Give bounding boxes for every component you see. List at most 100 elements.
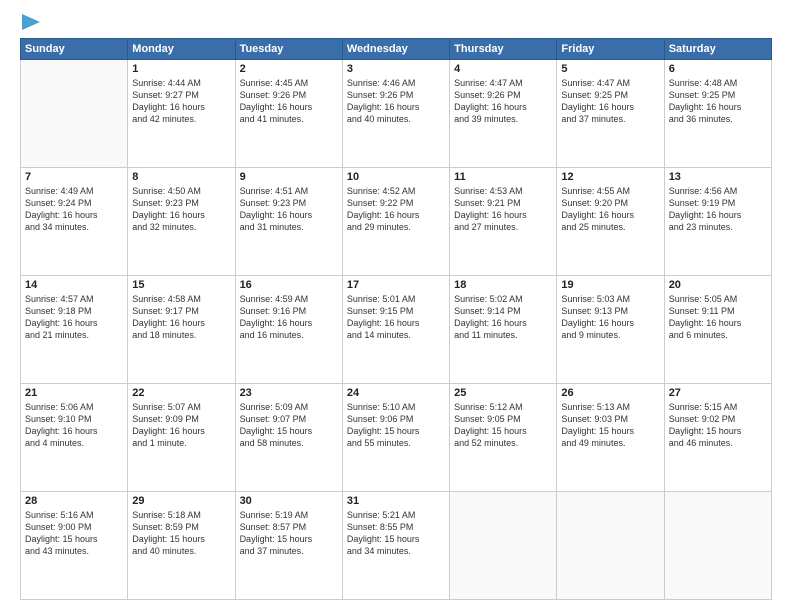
calendar-cell (21, 60, 128, 168)
calendar-cell: 19 Sunrise: 5:03 AM Sunset: 9:13 PM Dayli… (557, 276, 664, 384)
cell-content: Sunrise: 4:56 AM Sunset: 9:19 PM Dayligh… (669, 185, 767, 234)
cell-content: Sunrise: 5:18 AM Sunset: 8:59 PM Dayligh… (132, 509, 230, 558)
calendar-cell: 7Sunrise: 4:49 AM Sunset: 9:24 PM Daylig… (21, 168, 128, 276)
cell-content: Sunrise: 4:52 AM Sunset: 9:22 PM Dayligh… (347, 185, 445, 234)
day-number: 24 (347, 387, 445, 399)
day-number: 8 (132, 171, 230, 183)
day-of-week-header: Friday (557, 39, 664, 60)
day-number: 20 (669, 279, 767, 291)
cell-content: Sunrise: 4:57 AM Sunset: 9:18 PM Dayligh… (25, 293, 123, 342)
day-number: 2 (240, 63, 338, 75)
calendar-cell: 24 Sunrise: 5:10 AM Sunset: 9:06 PM Dayli… (342, 384, 449, 492)
calendar-cell: 1Sunrise: 4:44 AM Sunset: 9:27 PM Daylig… (128, 60, 235, 168)
cell-content: Sunrise: 4:51 AM Sunset: 9:23 PM Dayligh… (240, 185, 338, 234)
calendar-week-row: 28Sunrise: 5:16 AM Sunset: 9:00 PM Dayli… (21, 492, 772, 600)
day-number: 15 (132, 279, 230, 291)
day-number: 28 (25, 495, 123, 507)
calendar-cell: 5 Sunrise: 4:47 AM Sunset: 9:25 PM Daylig… (557, 60, 664, 168)
day-number: 4 (454, 63, 552, 75)
day-number: 23 (240, 387, 338, 399)
calendar-cell: 11 Sunrise: 4:53 AM Sunset: 9:21 PM Dayli… (450, 168, 557, 276)
calendar-cell: 3 Sunrise: 4:46 AM Sunset: 9:26 PM Daylig… (342, 60, 449, 168)
day-number: 13 (669, 171, 767, 183)
day-number: 6 (669, 63, 767, 75)
header (20, 16, 772, 30)
day-number: 19 (561, 279, 659, 291)
cell-content: Sunrise: 5:02 AM Sunset: 9:14 PM Dayligh… (454, 293, 552, 342)
day-number: 21 (25, 387, 123, 399)
day-of-week-header: Sunday (21, 39, 128, 60)
calendar-week-row: 21 Sunrise: 5:06 AM Sunset: 9:10 PM Dayli… (21, 384, 772, 492)
day-number: 7 (25, 171, 123, 183)
calendar-cell: 23 Sunrise: 5:09 AM Sunset: 9:07 PM Dayli… (235, 384, 342, 492)
calendar-week-row: 7Sunrise: 4:49 AM Sunset: 9:24 PM Daylig… (21, 168, 772, 276)
cell-content: Sunrise: 5:05 AM Sunset: 9:11 PM Dayligh… (669, 293, 767, 342)
calendar-cell: 17 Sunrise: 5:01 AM Sunset: 9:15 PM Dayli… (342, 276, 449, 384)
day-number: 3 (347, 63, 445, 75)
calendar-cell: 2 Sunrise: 4:45 AM Sunset: 9:26 PM Daylig… (235, 60, 342, 168)
calendar-week-row: 14 Sunrise: 4:57 AM Sunset: 9:18 PM Dayli… (21, 276, 772, 384)
cell-content: Sunrise: 5:03 AM Sunset: 9:13 PM Dayligh… (561, 293, 659, 342)
calendar-cell: 10Sunrise: 4:52 AM Sunset: 9:22 PM Dayli… (342, 168, 449, 276)
calendar-cell: 29 Sunrise: 5:18 AM Sunset: 8:59 PM Dayli… (128, 492, 235, 600)
calendar-cell: 25 Sunrise: 5:12 AM Sunset: 9:05 PM Dayli… (450, 384, 557, 492)
day-number: 1 (132, 63, 230, 75)
calendar-cell: 31Sunrise: 5:21 AM Sunset: 8:55 PM Dayli… (342, 492, 449, 600)
day-number: 26 (561, 387, 659, 399)
calendar-cell (450, 492, 557, 600)
calendar-cell (664, 492, 771, 600)
logo-arrow-icon (22, 14, 40, 30)
cell-content: Sunrise: 4:50 AM Sunset: 9:23 PM Dayligh… (132, 185, 230, 234)
day-number: 17 (347, 279, 445, 291)
calendar-cell: 21 Sunrise: 5:06 AM Sunset: 9:10 PM Dayli… (21, 384, 128, 492)
day-of-week-header: Monday (128, 39, 235, 60)
day-number: 22 (132, 387, 230, 399)
calendar-week-row: 1Sunrise: 4:44 AM Sunset: 9:27 PM Daylig… (21, 60, 772, 168)
cell-content: Sunrise: 4:45 AM Sunset: 9:26 PM Dayligh… (240, 77, 338, 126)
cell-content: Sunrise: 4:47 AM Sunset: 9:26 PM Dayligh… (454, 77, 552, 126)
day-of-week-header: Saturday (664, 39, 771, 60)
cell-content: Sunrise: 4:46 AM Sunset: 9:26 PM Dayligh… (347, 77, 445, 126)
calendar-cell: 12 Sunrise: 4:55 AM Sunset: 9:20 PM Dayli… (557, 168, 664, 276)
logo (20, 16, 40, 30)
cell-content: Sunrise: 5:01 AM Sunset: 9:15 PM Dayligh… (347, 293, 445, 342)
day-number: 12 (561, 171, 659, 183)
cell-content: Sunrise: 5:10 AM Sunset: 9:06 PM Dayligh… (347, 401, 445, 450)
calendar-cell: 30 Sunrise: 5:19 AM Sunset: 8:57 PM Dayli… (235, 492, 342, 600)
cell-content: Sunrise: 4:59 AM Sunset: 9:16 PM Dayligh… (240, 293, 338, 342)
cell-content: Sunrise: 5:06 AM Sunset: 9:10 PM Dayligh… (25, 401, 123, 450)
cell-content: Sunrise: 5:09 AM Sunset: 9:07 PM Dayligh… (240, 401, 338, 450)
page: SundayMondayTuesdayWednesdayThursdayFrid… (0, 0, 792, 612)
calendar-cell: 26 Sunrise: 5:13 AM Sunset: 9:03 PM Dayli… (557, 384, 664, 492)
calendar-cell: 13 Sunrise: 4:56 AM Sunset: 9:19 PM Dayli… (664, 168, 771, 276)
day-number: 18 (454, 279, 552, 291)
day-number: 11 (454, 171, 552, 183)
cell-content: Sunrise: 4:47 AM Sunset: 9:25 PM Dayligh… (561, 77, 659, 126)
calendar-cell: 18 Sunrise: 5:02 AM Sunset: 9:14 PM Dayli… (450, 276, 557, 384)
day-number: 29 (132, 495, 230, 507)
cell-content: Sunrise: 5:12 AM Sunset: 9:05 PM Dayligh… (454, 401, 552, 450)
day-number: 5 (561, 63, 659, 75)
day-number: 14 (25, 279, 123, 291)
cell-content: Sunrise: 4:55 AM Sunset: 9:20 PM Dayligh… (561, 185, 659, 234)
calendar-cell: 22Sunrise: 5:07 AM Sunset: 9:09 PM Dayli… (128, 384, 235, 492)
cell-content: Sunrise: 5:13 AM Sunset: 9:03 PM Dayligh… (561, 401, 659, 450)
cell-content: Sunrise: 5:21 AM Sunset: 8:55 PM Dayligh… (347, 509, 445, 558)
cell-content: Sunrise: 5:15 AM Sunset: 9:02 PM Dayligh… (669, 401, 767, 450)
calendar-cell: 15Sunrise: 4:58 AM Sunset: 9:17 PM Dayli… (128, 276, 235, 384)
cell-content: Sunrise: 4:53 AM Sunset: 9:21 PM Dayligh… (454, 185, 552, 234)
day-number: 25 (454, 387, 552, 399)
calendar-cell: 28Sunrise: 5:16 AM Sunset: 9:00 PM Dayli… (21, 492, 128, 600)
cell-content: Sunrise: 4:48 AM Sunset: 9:25 PM Dayligh… (669, 77, 767, 126)
calendar-header-row: SundayMondayTuesdayWednesdayThursdayFrid… (21, 39, 772, 60)
calendar-cell: 8 Sunrise: 4:50 AM Sunset: 9:23 PM Daylig… (128, 168, 235, 276)
calendar-cell: 9Sunrise: 4:51 AM Sunset: 9:23 PM Daylig… (235, 168, 342, 276)
day-number: 30 (240, 495, 338, 507)
cell-content: Sunrise: 5:19 AM Sunset: 8:57 PM Dayligh… (240, 509, 338, 558)
day-number: 27 (669, 387, 767, 399)
calendar-cell: 20 Sunrise: 5:05 AM Sunset: 9:11 PM Dayli… (664, 276, 771, 384)
day-of-week-header: Thursday (450, 39, 557, 60)
calendar-cell: 6 Sunrise: 4:48 AM Sunset: 9:25 PM Daylig… (664, 60, 771, 168)
calendar-table: SundayMondayTuesdayWednesdayThursdayFrid… (20, 38, 772, 600)
day-of-week-header: Wednesday (342, 39, 449, 60)
